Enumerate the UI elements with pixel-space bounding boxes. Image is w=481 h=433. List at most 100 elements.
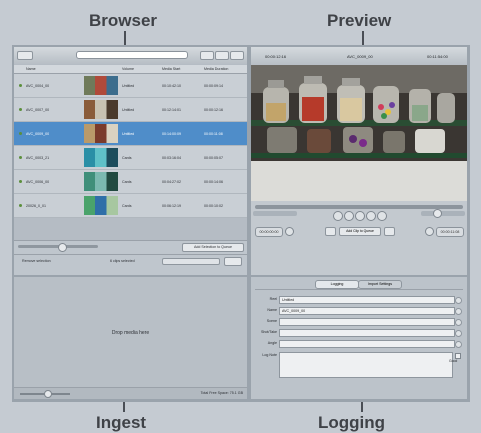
play-button[interactable]	[355, 211, 365, 221]
log-note-field[interactable]	[279, 352, 453, 378]
clip-row[interactable]: AVC_0009_00 Untitled 00:14:00:09 00:00:11:0…	[14, 122, 247, 146]
column-volume[interactable]: Volume	[122, 67, 134, 71]
clip-media-start: 00:06:12:19	[162, 204, 181, 208]
volume-knob[interactable]	[433, 209, 442, 218]
preview-header: 00:00:12:16 AVC_0009_00 00:11:54:00	[251, 47, 467, 65]
clip-media-start: 00:10:42:10	[162, 84, 181, 88]
video-frame-image	[251, 65, 467, 201]
clip-row[interactable]: AVC_0006_00 Cards 00:04:27:02 00:00:14:06	[14, 170, 247, 194]
preview-pane: 00:00:12:16 AVC_0009_00 00:11:54:00 00:0…	[251, 47, 467, 275]
preview-tc-right: 00:11:54:00	[427, 54, 448, 59]
out-point-field[interactable]: 00:00:11:08	[436, 227, 464, 237]
out-point-value: 00:00:11:08	[440, 230, 460, 234]
transport-controls: 00:00:00:00 Add Clip to Queue 00:00:11:0…	[251, 201, 467, 275]
reel-field[interactable]: Untitled	[279, 296, 455, 304]
clip-name: AVC_0006_00	[26, 180, 50, 184]
name-menu-button[interactable]	[455, 308, 462, 315]
callout-preview: Preview	[327, 11, 392, 30]
clip-media-start: 00:12:14:01	[162, 108, 181, 112]
browser-menu-button[interactable]	[230, 51, 244, 60]
name-label: Name	[267, 308, 277, 312]
filter-menu-button[interactable]	[224, 257, 242, 266]
search-input[interactable]	[76, 51, 188, 59]
scrubber-bar[interactable]	[255, 205, 463, 209]
logging-pane: Logging Import Settings Reel Untitled Na…	[251, 277, 467, 399]
add-selection-button[interactable]: Add Selection to Queue	[182, 243, 244, 252]
in-point-value: 00:00:00:00	[259, 230, 279, 234]
step-forward-button[interactable]	[366, 211, 376, 221]
scene-label: Scene	[266, 319, 277, 323]
add-clip-to-queue-button[interactable]: Add Clip to Queue	[339, 227, 381, 236]
angle-label: Angle	[267, 341, 277, 345]
clip-media-duration: 00:00:09:14	[204, 84, 223, 88]
browser-footer: Add Selection to Queue Remove selection …	[14, 240, 247, 275]
view-list-button[interactable]	[200, 51, 214, 60]
good-label: Good	[449, 359, 458, 363]
column-media-duration[interactable]: Media Duration	[204, 67, 228, 71]
angle-field[interactable]	[279, 340, 455, 348]
name-field[interactable]: AVC_0009_00	[279, 307, 455, 315]
jog-control[interactable]	[253, 211, 297, 216]
mark-out-button[interactable]	[425, 227, 434, 236]
reel-label: Reel	[269, 297, 277, 301]
clip-media-duration: 00:00:12:16	[204, 108, 223, 112]
tab-import-settings[interactable]: Import Settings	[358, 280, 402, 289]
scene-field[interactable]	[279, 318, 455, 326]
clip-media-duration: 00:00:10:02	[204, 204, 223, 208]
shot-take-menu-button[interactable]	[455, 330, 462, 337]
clip-status-icon	[19, 204, 22, 207]
add-clip-prev-button[interactable]	[325, 227, 336, 236]
clip-thumbnail	[84, 148, 118, 167]
add-clip-label: Add Clip to Queue	[346, 229, 374, 233]
free-space-text: Total Free Space: 75.1 GB	[200, 391, 243, 395]
preview-clip-name: AVC_0009_00	[347, 54, 373, 59]
shot-take-field[interactable]	[279, 329, 455, 337]
reel-menu-button[interactable]	[455, 297, 462, 304]
callout-line-ingest	[123, 402, 125, 412]
clip-row[interactable]: AVC_0003_21 Cards 00:03:16:04 00:00:05:07	[14, 146, 247, 170]
callout-line-browser	[124, 31, 126, 45]
browser-column-header: Name Volume Media Start Media Duration	[14, 65, 247, 74]
clip-row[interactable]: 20026_0_01 Cards 00:06:12:19 00:00:10:02	[14, 194, 247, 218]
clip-row[interactable]: AVC_0007_00 Untitled 00:12:14:01 00:00:12:1…	[14, 98, 247, 122]
browser-pane: Name Volume Media Start Media Duration A…	[14, 47, 247, 275]
ingest-zoom-knob[interactable]	[44, 390, 52, 398]
clip-thumbnail	[84, 100, 118, 119]
clip-volume: Untitled	[122, 84, 135, 88]
clip-name: 20026_0_01	[26, 204, 46, 208]
clip-media-duration: 00:00:11:08	[204, 132, 223, 136]
mark-in-button[interactable]	[285, 227, 294, 236]
add-clip-next-button[interactable]	[384, 227, 395, 236]
tab-logging-label: Logging	[330, 282, 344, 286]
prev-clip-button[interactable]	[333, 211, 343, 221]
step-back-button[interactable]	[344, 211, 354, 221]
clip-status-icon	[19, 156, 22, 159]
clip-name: AVC_0007_00	[26, 108, 50, 112]
next-clip-button[interactable]	[377, 211, 387, 221]
column-media-start[interactable]: Media Start	[162, 67, 180, 71]
clip-volume: Cards	[122, 204, 132, 208]
column-name[interactable]: Name	[26, 67, 36, 71]
clip-thumbnail	[84, 196, 118, 215]
toolbar-button-left[interactable]	[17, 51, 33, 60]
zoom-slider-knob[interactable]	[58, 243, 67, 252]
clip-row[interactable]: AVC_0004_00 Untitled 00:10:42:10 00:00:09:1…	[14, 74, 247, 98]
scene-menu-button[interactable]	[455, 319, 462, 326]
shot-take-label: Shot/Take	[261, 330, 277, 334]
clip-status-icon	[19, 132, 22, 135]
filter-field[interactable]	[162, 258, 220, 265]
tab-logging[interactable]: Logging	[315, 280, 359, 289]
angle-menu-button[interactable]	[455, 341, 462, 348]
drop-media-label: Drop media here	[111, 330, 150, 336]
video-viewer[interactable]	[251, 65, 467, 201]
app-window: Name Volume Media Start Media Duration A…	[12, 45, 470, 402]
clip-volume: Cards	[122, 180, 132, 184]
ingest-pane[interactable]: Drop media here Total Free Space: 75.1 G…	[14, 277, 247, 399]
volume-slider[interactable]	[421, 211, 465, 216]
clip-name: AVC_0004_00	[26, 84, 50, 88]
log-note-label: Log Note	[262, 353, 277, 357]
view-grid-button[interactable]	[215, 51, 229, 60]
remove-selection-link[interactable]: Remove selection	[22, 259, 51, 263]
in-point-field[interactable]: 00:00:00:00	[255, 227, 283, 237]
clip-media-duration: 00:00:05:07	[204, 156, 223, 160]
